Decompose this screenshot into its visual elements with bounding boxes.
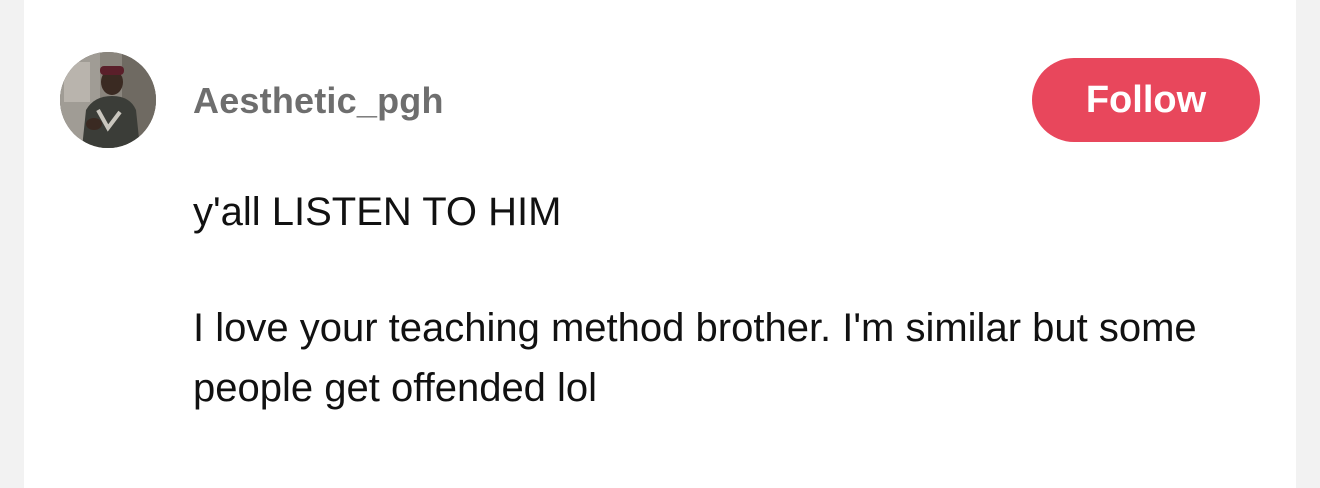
post-body: I love your teaching method brother. I'm… [193, 306, 1197, 410]
user-avatar-icon [60, 52, 156, 148]
follow-button[interactable]: Follow [1032, 58, 1260, 142]
avatar[interactable] [60, 52, 156, 148]
post-card: Aesthetic_pgh Follow y'all LISTEN TO HIM… [24, 0, 1296, 488]
post-title: y'all LISTEN TO HIM [193, 190, 562, 234]
author-username[interactable]: Aesthetic_pgh [193, 80, 444, 122]
